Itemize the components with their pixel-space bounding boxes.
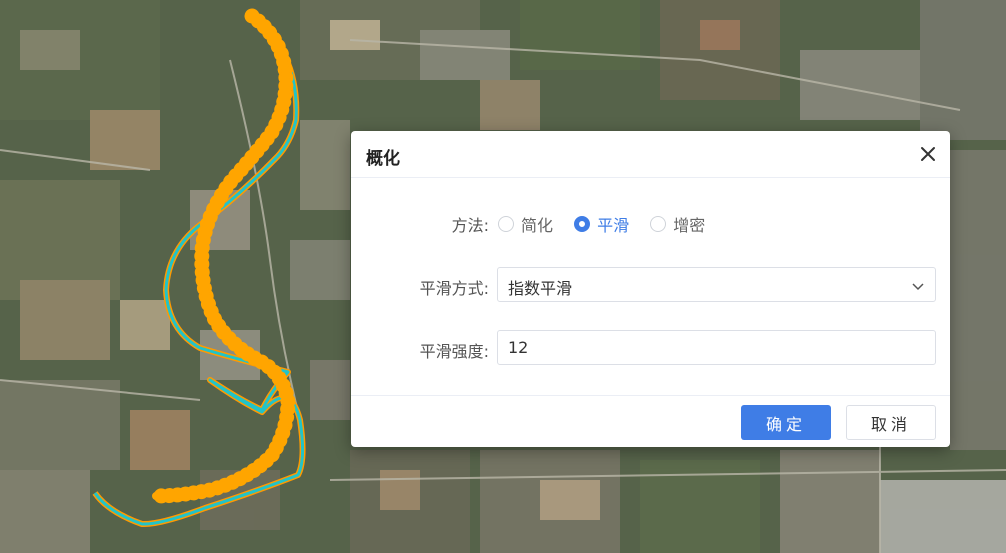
radio-smooth[interactable]: 平滑 bbox=[574, 212, 629, 236]
method-label: 方法: bbox=[451, 216, 489, 235]
smooth-strength-label: 平滑强度: bbox=[419, 342, 489, 361]
smooth-strength-input[interactable]: 12 bbox=[497, 330, 936, 365]
radio-densify[interactable]: 增密 bbox=[650, 212, 705, 236]
generalize-dialog: 概化 方法: 简化 平滑 增密 平滑方式: 指数平滑 平滑强度: 12 确定 取… bbox=[351, 131, 950, 447]
dialog-footer: 确定 取消 bbox=[351, 395, 950, 448]
radio-circle-icon bbox=[498, 216, 514, 232]
dialog-header: 概化 bbox=[351, 131, 950, 178]
chevron-down-icon bbox=[912, 283, 924, 291]
confirm-button[interactable]: 确定 bbox=[741, 405, 831, 440]
dialog-title: 概化 bbox=[366, 149, 400, 169]
radio-simplify[interactable]: 简化 bbox=[498, 212, 553, 236]
radio-circle-icon bbox=[650, 216, 667, 232]
close-icon[interactable] bbox=[919, 145, 937, 163]
cancel-button[interactable]: 取消 bbox=[846, 405, 936, 440]
radio-checked-icon bbox=[574, 216, 591, 232]
smooth-mode-label: 平滑方式: bbox=[419, 279, 489, 298]
radio-label: 增密 bbox=[673, 216, 706, 235]
smooth-mode-value: 指数平滑 bbox=[508, 279, 573, 298]
method-radio-group: 简化 平滑 增密 bbox=[498, 212, 721, 236]
smooth-strength-value: 12 bbox=[508, 338, 529, 357]
radio-label: 平滑 bbox=[597, 216, 630, 235]
smooth-mode-select[interactable]: 指数平滑 bbox=[497, 267, 936, 302]
radio-label: 简化 bbox=[521, 216, 554, 235]
